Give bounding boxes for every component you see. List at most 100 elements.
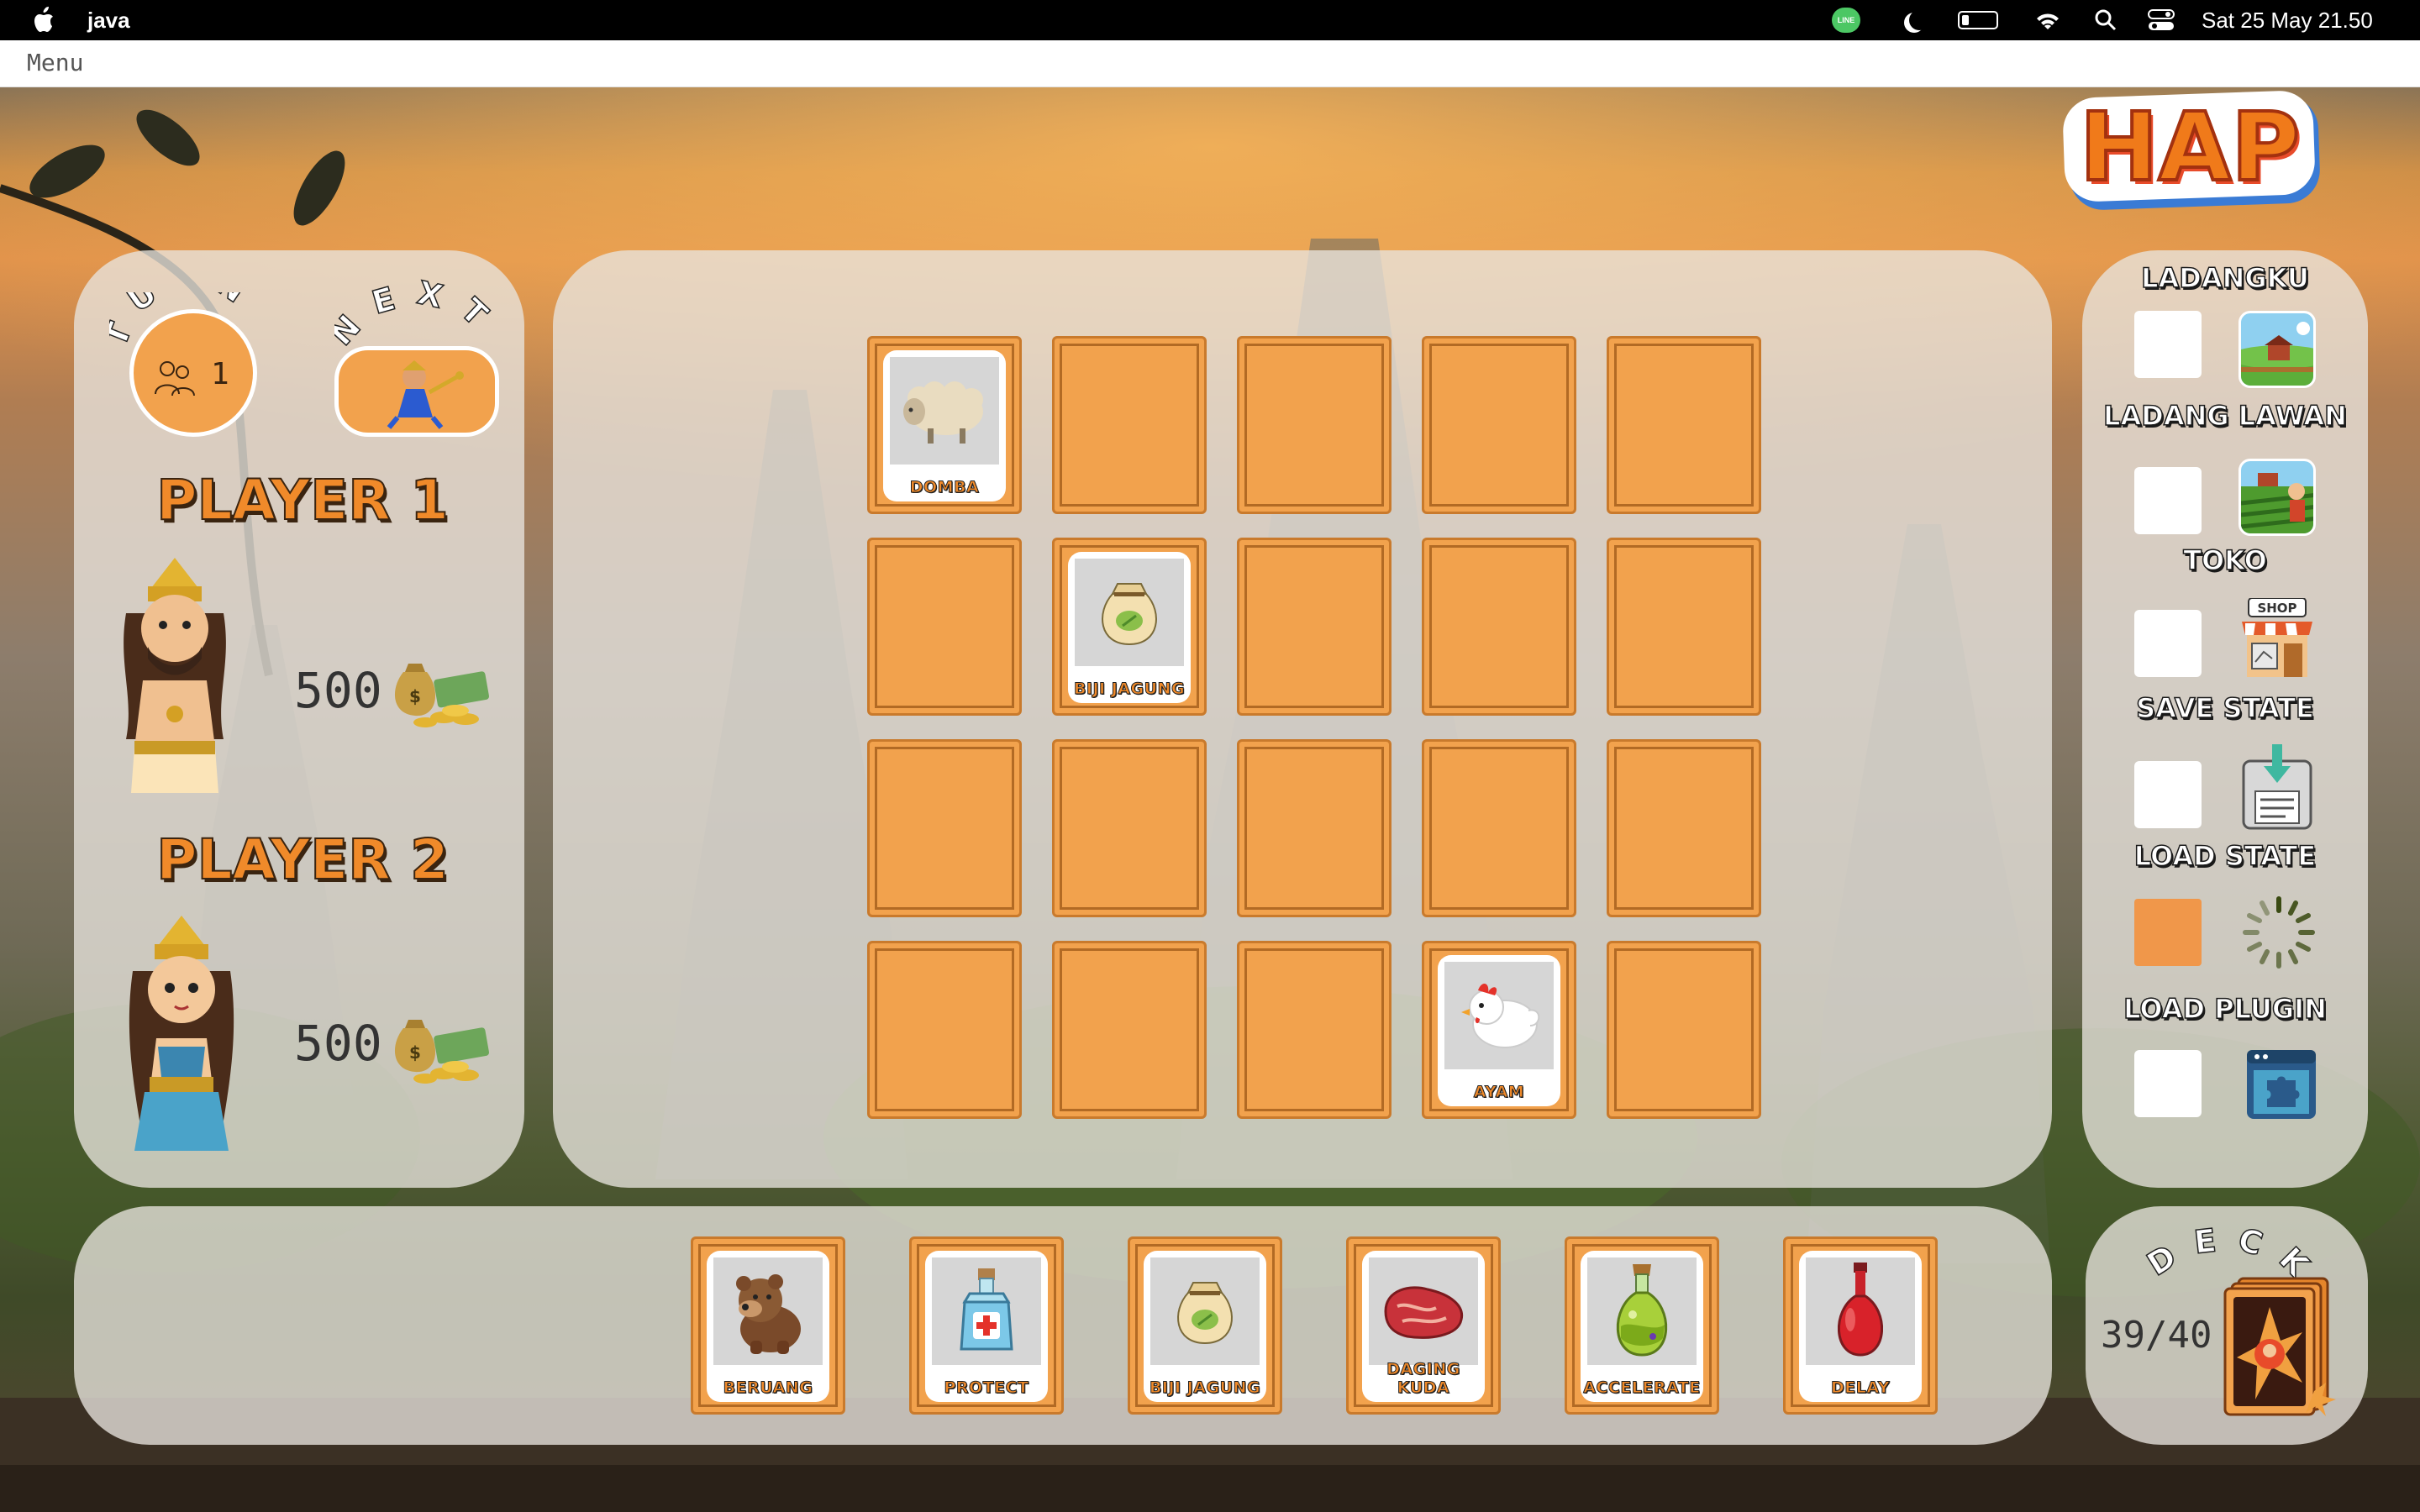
- meat-icon: [1369, 1257, 1478, 1365]
- nav-label-ladangku: LADANGKU: [2140, 261, 2309, 295]
- field-card[interactable]: BIJI JAGUNG: [1068, 552, 1191, 703]
- deck-pile[interactable]: [2222, 1273, 2339, 1416]
- loading-icon[interactable]: [2240, 894, 2317, 971]
- nav-button-load-state[interactable]: [2134, 899, 2202, 966]
- player1-avatar: [101, 554, 249, 793]
- hand-card[interactable]: ACCELERATE: [1565, 1236, 1719, 1415]
- player2-avatar: [108, 912, 255, 1151]
- player2-money: 500: [294, 1015, 382, 1072]
- field-slot[interactable]: [1052, 336, 1207, 514]
- svg-text:NEXT: NEXT: [334, 279, 502, 353]
- hand-card[interactable]: PROTECT: [909, 1236, 1064, 1415]
- chicken-icon: [1444, 962, 1554, 1069]
- field-slot[interactable]: [1237, 739, 1392, 917]
- field-card-label: DOMBA: [909, 478, 980, 497]
- field-slot[interactable]: [867, 538, 1022, 716]
- control-center-icon[interactable]: [2148, 0, 2175, 40]
- potion-red-icon: [1806, 1257, 1915, 1365]
- next-label-arc: NEXT: [322, 273, 502, 354]
- turn-players-icon: [152, 357, 199, 402]
- field-slot[interactable]: BIJI JAGUNG: [1052, 538, 1207, 716]
- hand-card-face: ACCELERATE: [1581, 1251, 1703, 1402]
- nav-label-toko: TOKO: [2182, 543, 2267, 577]
- hand-card-label: PROTECT: [944, 1378, 1029, 1398]
- battery-icon[interactable]: [1958, 0, 1998, 40]
- field-slot[interactable]: [1607, 941, 1761, 1119]
- potion-blue-icon: [932, 1257, 1041, 1365]
- clock-datetime[interactable]: Sat 25 May 21.50: [2202, 0, 2373, 40]
- deck-count: 39/40: [2101, 1314, 2212, 1357]
- bear-icon: [713, 1257, 823, 1365]
- next-turn-button[interactable]: [334, 346, 499, 437]
- hand-card-label: DAGING KUDA: [1386, 1360, 1460, 1398]
- nav-button-save-state[interactable]: [2134, 761, 2202, 828]
- field-slot[interactable]: [1052, 739, 1207, 917]
- nav-label-load-state: LOAD STATE: [2133, 839, 2317, 873]
- app-menu-bar: Menu: [0, 40, 2420, 87]
- player1-name: PLAYER 1: [155, 467, 450, 533]
- hand-card-face: PROTECT: [925, 1251, 1048, 1402]
- field-slot[interactable]: [1237, 941, 1392, 1119]
- field-slot[interactable]: [1422, 336, 1576, 514]
- hand-card-face: DAGING KUDA: [1362, 1251, 1485, 1402]
- field-slot[interactable]: [1607, 538, 1761, 716]
- hand-card-label: DELAY: [1830, 1378, 1890, 1398]
- field-slot[interactable]: [1607, 336, 1761, 514]
- hand-card-label: BERUANG: [723, 1378, 813, 1398]
- apple-icon[interactable]: [30, 0, 55, 40]
- hand-card[interactable]: BIJI JAGUNG: [1128, 1236, 1282, 1415]
- hand-card[interactable]: BERUANG: [691, 1236, 845, 1415]
- plugin-icon[interactable]: [2244, 1047, 2319, 1122]
- field-slot[interactable]: [867, 739, 1022, 917]
- field-slot[interactable]: [1607, 739, 1761, 917]
- field-card[interactable]: DOMBA: [883, 350, 1006, 501]
- search-icon[interactable]: [2094, 0, 2118, 40]
- seed-bag-icon: [1150, 1257, 1260, 1365]
- system-menu-bar: java LINE Sat 25 May 21.50: [0, 0, 2420, 40]
- hand-card-face: BERUANG: [707, 1251, 829, 1402]
- svg-text:SHOP: SHOP: [2257, 601, 2296, 616]
- nav-label-ladang-lawan: LADANG LAWAN: [2102, 399, 2347, 433]
- nav-button-load-plugin[interactable]: [2134, 1050, 2202, 1117]
- sheep-icon: [890, 357, 999, 465]
- field-slot[interactable]: [1237, 538, 1392, 716]
- player1-money: 500: [294, 662, 382, 719]
- field-slot[interactable]: [867, 941, 1022, 1119]
- field-slot[interactable]: [1422, 739, 1576, 917]
- farm-icon[interactable]: [2238, 311, 2316, 388]
- line-icon[interactable]: LINE: [1832, 0, 1860, 40]
- field-slot[interactable]: [1237, 336, 1392, 514]
- field-slot[interactable]: [1052, 941, 1207, 1119]
- nav-label-save-state: SAVE STATE: [2135, 691, 2314, 725]
- field-slot[interactable]: AYAM: [1422, 941, 1576, 1119]
- field-card-label: BIJI JAGUNG: [1073, 680, 1186, 699]
- field-card-label: AYAM: [1473, 1083, 1525, 1102]
- player1-money-icon: $: [385, 647, 494, 734]
- nav-button-toko[interactable]: [2134, 610, 2202, 677]
- field-card[interactable]: AYAM: [1438, 955, 1560, 1106]
- shop-icon[interactable]: SHOP: [2238, 597, 2316, 682]
- moon-icon[interactable]: [1901, 0, 1929, 40]
- save-icon[interactable]: [2238, 744, 2316, 830]
- hand-card[interactable]: DELAY: [1783, 1236, 1938, 1415]
- svg-text:$: $: [409, 686, 421, 706]
- wifi-icon[interactable]: [2033, 0, 2062, 40]
- app-name[interactable]: java: [87, 0, 130, 40]
- hand-card-label: ACCELERATE: [1583, 1378, 1701, 1398]
- field-slot[interactable]: [1422, 538, 1576, 716]
- nav-button-ladangku[interactable]: [2134, 311, 2202, 378]
- nav-button-ladang-lawan[interactable]: [2134, 467, 2202, 534]
- svg-text:$: $: [409, 1042, 421, 1063]
- player2-money-icon: $: [385, 1003, 494, 1090]
- hand-card-face: BIJI JAGUNG: [1144, 1251, 1266, 1402]
- monkey-king-icon: [381, 359, 465, 433]
- hand-card-face: DELAY: [1799, 1251, 1922, 1402]
- enemy-farm-icon[interactable]: [2238, 459, 2316, 536]
- player2-name: PLAYER 2: [155, 827, 450, 893]
- potion-green-icon: [1587, 1257, 1697, 1365]
- turn-counter: 1: [129, 309, 257, 437]
- hap-logo: HAP: [2061, 89, 2324, 212]
- field-slot[interactable]: DOMBA: [867, 336, 1022, 514]
- hand-card[interactable]: DAGING KUDA: [1346, 1236, 1501, 1415]
- menu-button[interactable]: Menu: [27, 49, 83, 76]
